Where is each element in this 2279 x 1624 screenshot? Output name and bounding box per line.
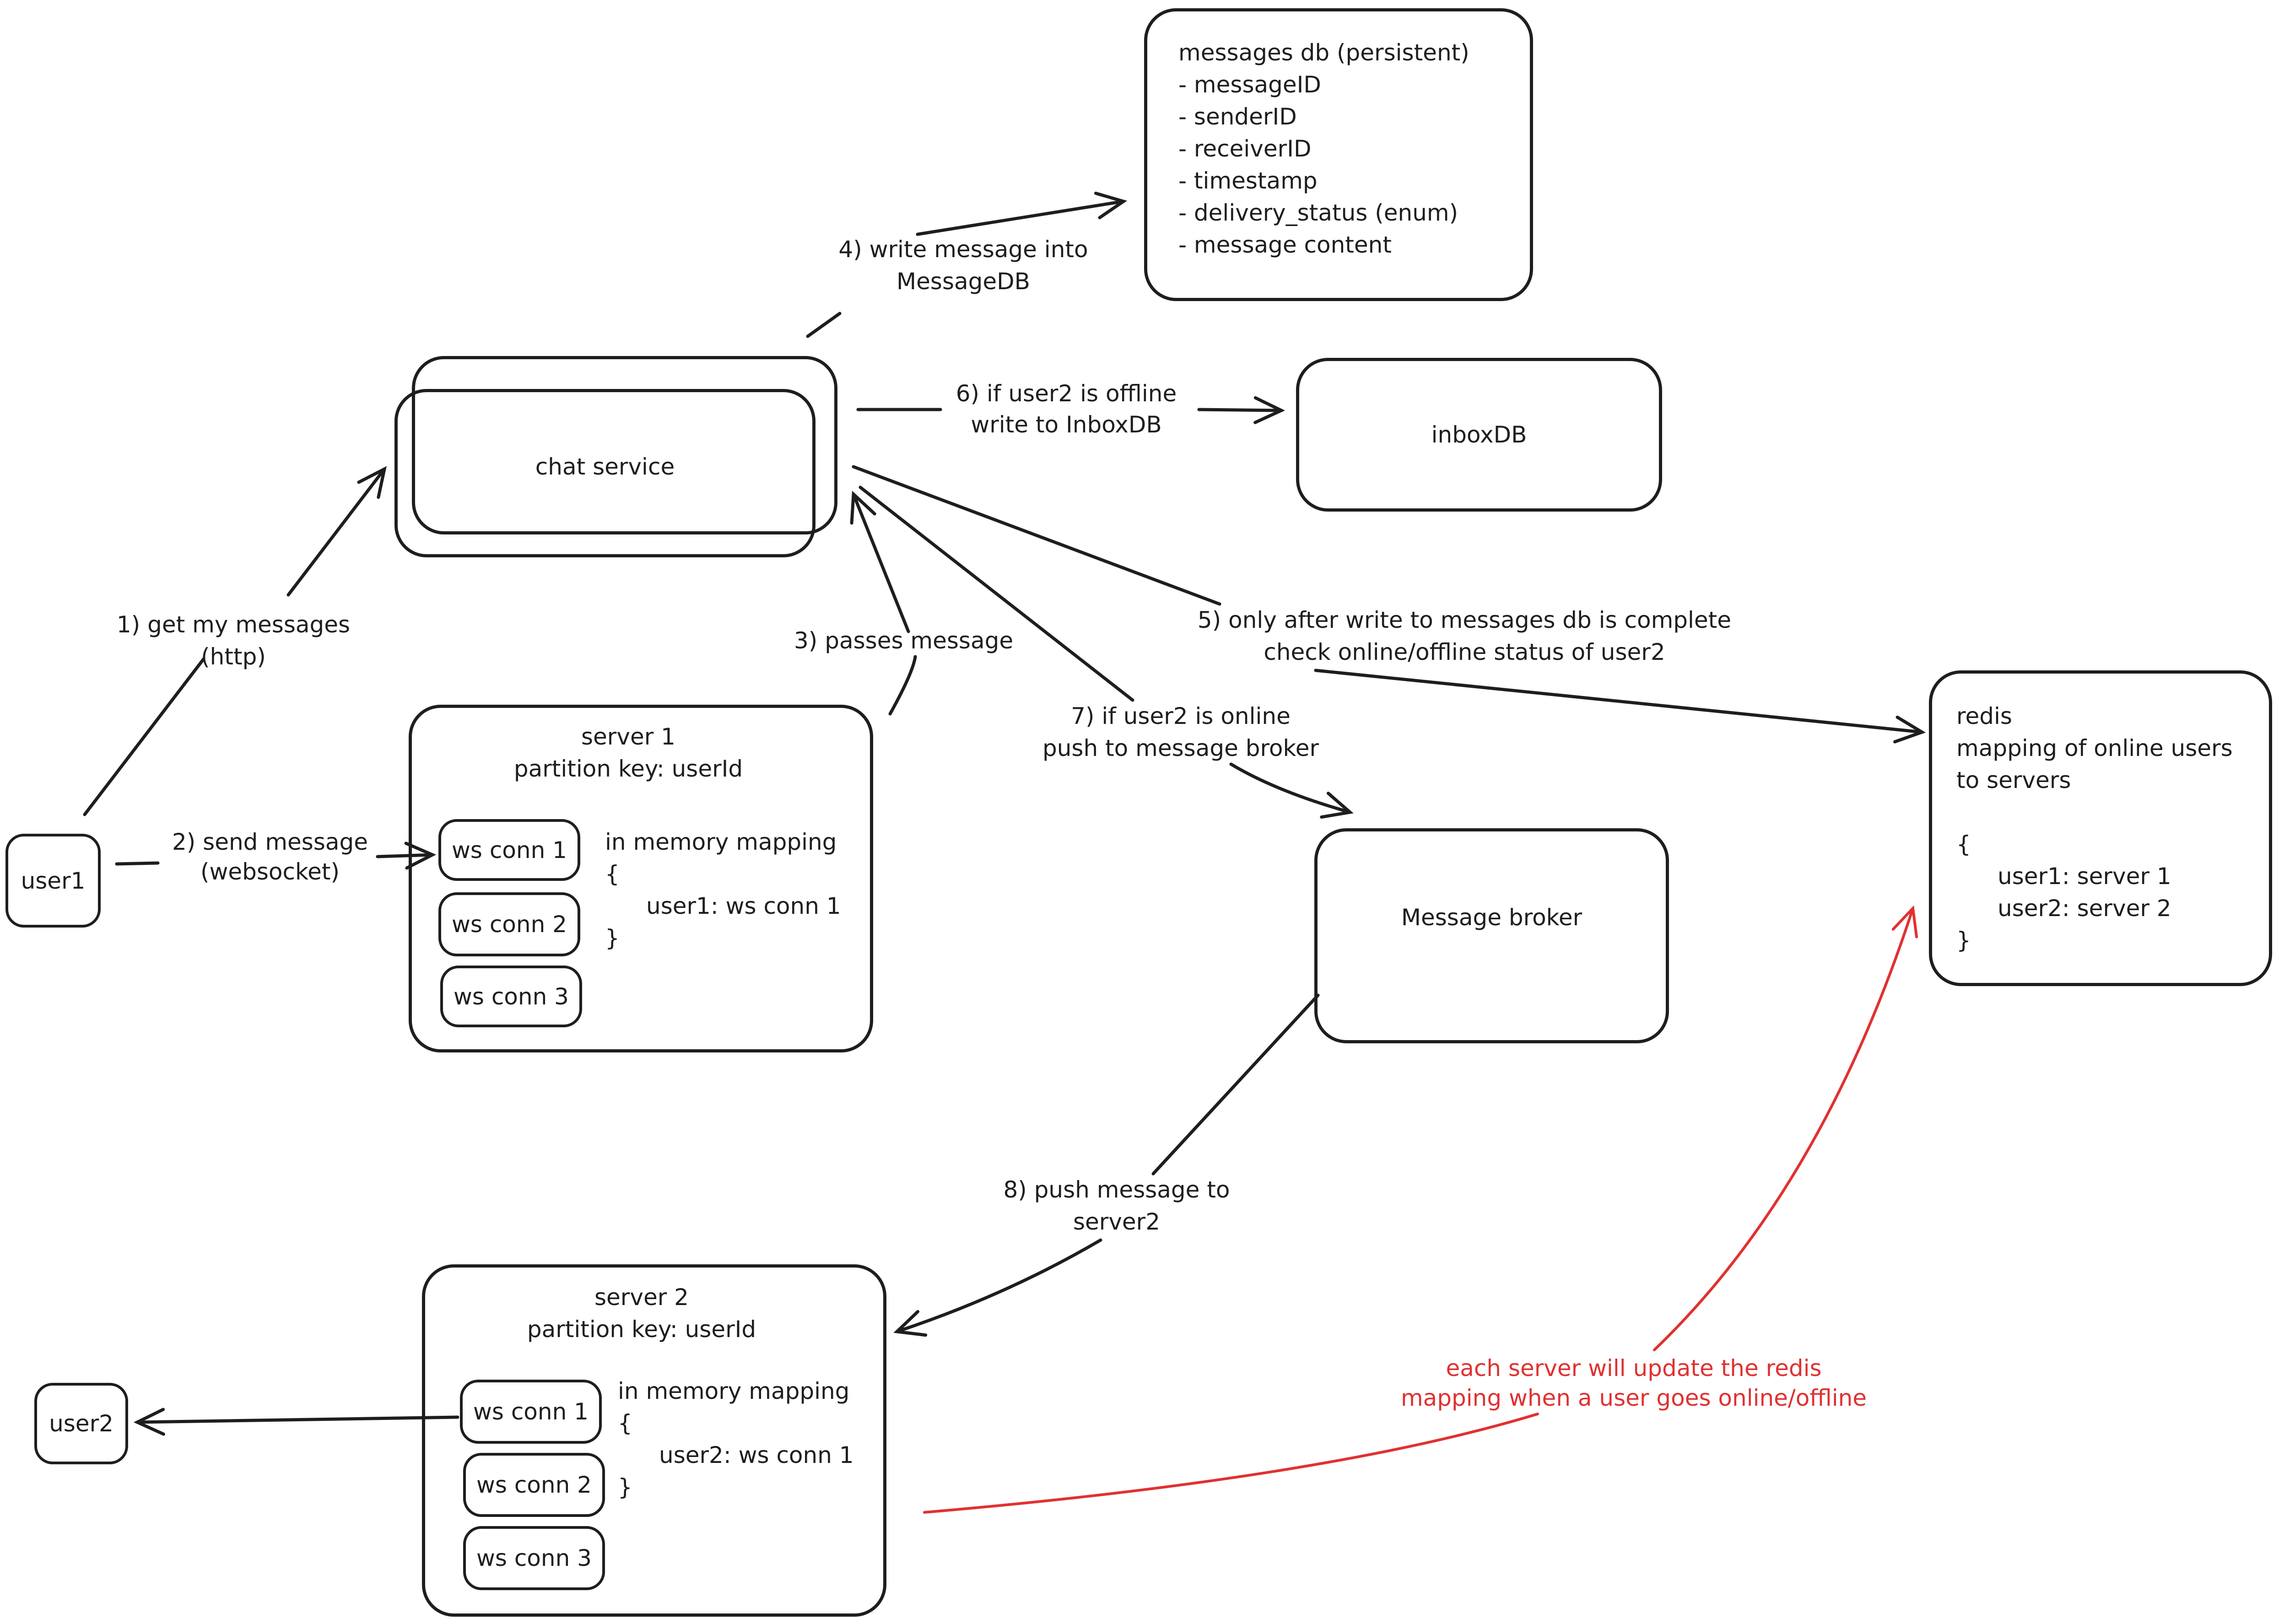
arrow-ws-to-user2 xyxy=(137,1417,459,1422)
redis-entry: user1: server 1 xyxy=(1998,863,2171,890)
server1-partition-key: partition key: userId xyxy=(513,755,743,782)
server1-mapping-entry: user1: ws conn 1 xyxy=(646,893,841,919)
user2-label: user2 xyxy=(49,1410,113,1437)
step3-label: 3) passes message xyxy=(794,627,1014,654)
step1-label-line2: (http) xyxy=(201,643,266,670)
annotation-arrow-lower xyxy=(923,1413,1539,1514)
inbox-db-label: inboxDB xyxy=(1431,421,1527,448)
server2-close-brace: } xyxy=(618,1474,632,1500)
arrow-step5-upper xyxy=(852,465,1221,606)
arrow-step2-left xyxy=(115,861,160,866)
messages-db-field: - message content xyxy=(1178,232,1392,258)
messages-db-field: - timestamp xyxy=(1178,167,1318,194)
step2-label-line2: (websocket) xyxy=(200,858,340,885)
messages-db-field: - senderID xyxy=(1178,103,1297,130)
step2-label-line1: 2) send message xyxy=(172,829,368,855)
server2-title: server 2 xyxy=(594,1284,689,1311)
step4-label-line1: 4) write message into xyxy=(838,236,1088,263)
server2-mapping-entry: user2: ws conn 1 xyxy=(659,1442,854,1468)
redis-open-brace: { xyxy=(1956,831,1971,858)
server1-open-brace: { xyxy=(605,861,620,887)
step4-label-line2: MessageDB xyxy=(896,268,1030,295)
arrow-step3-upper xyxy=(853,494,910,633)
server2-mapping-title: in memory mapping xyxy=(618,1378,850,1404)
redis-description-2: to servers xyxy=(1956,767,2071,793)
redis-entry: user2: server 2 xyxy=(1998,895,2171,922)
server1-ws-conn-3-label: ws conn 3 xyxy=(453,983,569,1010)
server1-ws-conn-2-label: ws conn 2 xyxy=(451,911,567,938)
step8-label-line1: 8) push message to xyxy=(1003,1176,1230,1203)
arrow-step8-lower xyxy=(897,1238,1102,1332)
messages-db-field: - messageID xyxy=(1178,71,1321,98)
server1-close-brace: } xyxy=(605,925,620,951)
step5-label-line1: 5) only after write to messages db is co… xyxy=(1197,607,1732,633)
message-broker-label: Message broker xyxy=(1401,904,1582,931)
server1-title: server 1 xyxy=(581,723,675,750)
server2-ws-conn-1-label: ws conn 1 xyxy=(473,1398,589,1425)
arrow-step4-lower xyxy=(806,312,842,338)
server1-ws-conn-1-label: ws conn 1 xyxy=(451,836,567,863)
arrow-step3-lower xyxy=(888,655,917,716)
redis-title: redis xyxy=(1956,703,2012,729)
arrow-step5-lower xyxy=(1314,669,1922,732)
arrow-step8-upper xyxy=(1151,993,1320,1176)
annotation-line1: each server will update the redis xyxy=(1446,1355,1822,1381)
messages-db-field: - delivery_status (enum) xyxy=(1178,200,1458,226)
server2-ws-conn-2-label: ws conn 2 xyxy=(476,1472,592,1498)
arrow-step4-upper xyxy=(916,201,1123,236)
step7-label-line2: push to message broker xyxy=(1042,735,1319,761)
server2-open-brace: { xyxy=(618,1410,632,1436)
arrow-step1-lower xyxy=(83,657,205,816)
messages-db-title: messages db (persistent) xyxy=(1178,39,1469,66)
messages-db-field: - receiverID xyxy=(1178,135,1312,162)
user1-label: user1 xyxy=(21,867,86,894)
step1-label-line1: 1) get my messages xyxy=(116,611,351,638)
annotation-arrow-upper xyxy=(1653,905,1918,1351)
step7-label-line1: 7) if user2 is online xyxy=(1071,703,1291,729)
arrow-step1-upper xyxy=(286,469,384,597)
server2-partition-key: partition key: userId xyxy=(527,1316,756,1343)
redis-description-1: mapping of online users xyxy=(1956,735,2233,761)
server2-ws-conn-3-label: ws conn 3 xyxy=(476,1545,592,1571)
server1-mapping-title: in memory mapping xyxy=(605,829,837,855)
step6-label-line1: 6) if user2 is offline xyxy=(956,380,1177,407)
step6-label-line2: write to InboxDB xyxy=(971,411,1162,438)
step5-label-line2: check online/offline status of user2 xyxy=(1264,639,1665,665)
chat-service-label: chat service xyxy=(535,453,675,480)
step8-label-line2: server2 xyxy=(1073,1209,1161,1235)
arrow-step7-lower xyxy=(1229,762,1350,812)
annotation-line2: mapping when a user goes online/offline xyxy=(1400,1385,1867,1411)
redis-close-brace: } xyxy=(1956,927,1971,954)
